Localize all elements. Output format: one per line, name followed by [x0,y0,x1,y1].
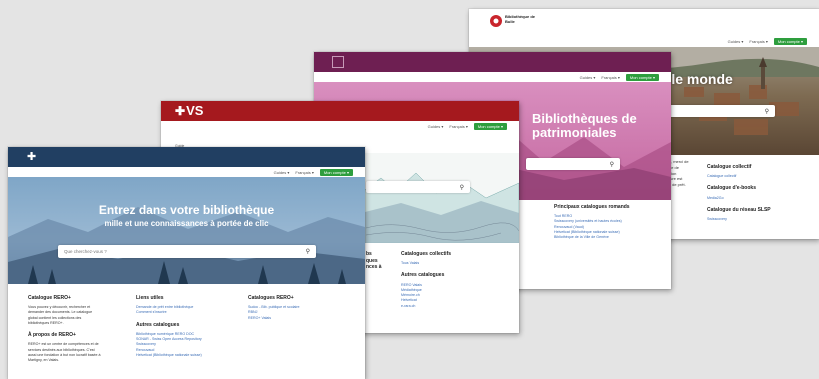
screenshot-rero: ✚ Guides ▾ Français ▾ Mon compte ▾ Entre… [8,147,365,379]
header-bar: ✚ VS [161,101,519,121]
column-title: Autres catalogues [136,321,180,328]
search-input[interactable]: ⚲ [526,158,620,170]
top-menu: Guides ▾ Français ▾ Mon compte ▾ [8,168,365,176]
column-title: Catalogues RERO+ [248,295,294,301]
logo-box [332,56,344,68]
catalogues-column: Principaux catalogues romands Tout RERO … [554,204,664,240]
column-title: Autres catalogues [401,272,445,279]
guides-menu[interactable]: Guides ▾ [580,75,596,80]
catalogues-column: Catalogue collectif Catalogue collectif … [707,164,807,222]
link[interactable]: Helveticat (Bibliothèque nationale suiss… [136,353,236,358]
column-title: Principaux catalogues romands [554,204,630,210]
search-input[interactable]: ⚲ [366,181,470,193]
search-input[interactable]: ⚲ [667,105,775,117]
bulle-logo-text: Bibliothèque de Bulle [505,14,535,24]
hero-cut-text: bs ques nces à [366,251,382,270]
search-icon[interactable]: ⚲ [610,161,614,168]
top-menu: Guides ▾ Français ▾ Mon compte ▾ [161,122,519,130]
account-button[interactable]: Mon compte ▾ [473,122,507,130]
search-icon[interactable]: ⚲ [306,248,310,255]
search-input[interactable]: Que cherchez-vous ? ⚲ [58,245,316,258]
guides-menu[interactable]: Guides ▾ [728,39,744,44]
hero-subtitle: mille et une connaissances à portée de c… [104,219,269,228]
rero-catalogues-column: Catalogues RERO+ Sudoc - Bib. publique e… [248,295,348,321]
hero-title: Bibliothèques de patrimoniales [532,111,637,141]
language-menu[interactable]: Français ▾ [295,170,313,175]
link[interactable]: RERO+ Valais [248,316,348,321]
column-title: Liens utiles [136,295,164,301]
link[interactable]: Bibliothèque de la Ville de Genève [554,235,664,240]
hero-title: r le monde [662,71,733,87]
search-placeholder: Que cherchez-vous ? [64,249,107,254]
column-title: À propos de RERO+ [28,332,76,339]
language-menu[interactable]: Français ▾ [601,75,619,80]
catalogues-column: Catalogues collectifs Tous Valais Autres… [401,251,491,309]
header-bar: ✚ [8,147,365,167]
account-button[interactable]: Mon compte ▾ [319,168,353,176]
useful-links-column: Liens utiles Demande de prêt entre bibli… [136,295,236,358]
language-menu[interactable]: Français ▾ [449,124,467,129]
guides-menu[interactable]: Guides ▾ [274,170,290,175]
bulle-logo-icon [490,15,502,27]
top-menu: Guides ▾ Français ▾ Mon compte ▾ [469,37,819,45]
rero-logo-icon: ✚ [27,150,37,163]
rero-catalogue-column: Catalogue RERO+ Vous pouvez y découvrir,… [28,295,120,363]
guides-menu[interactable]: Guides ▾ [428,124,444,129]
top-menu: Guides ▾ Français ▾ Mon compte ▾ [314,73,671,81]
hero-banner: Entrez dans votre bibliothèque mille et … [8,177,365,284]
cross-icon: ✚ [175,103,186,118]
link[interactable]: e-rara.ch [401,304,491,309]
column-title: Catalogue RERO+ [28,295,71,301]
column-title: Catalogues collectifs [401,251,452,257]
column-title: Catalogue d'e-books [707,185,756,192]
header-bar [314,52,671,72]
mountain-photo [8,177,365,284]
language-menu[interactable]: Français ▾ [749,39,767,44]
vs-logo: ✚ VS [175,103,204,118]
account-button[interactable]: Mon compte ▾ [625,73,659,81]
link[interactable]: Swisscovery [707,217,807,222]
search-icon[interactable]: ⚲ [460,184,464,191]
column-title: Catalogue du réseau SLSP [707,206,771,213]
hero-title: Entrez dans votre bibliothèque [98,203,275,217]
search-icon[interactable]: ⚲ [765,108,769,115]
column-title: Catalogue collectif [707,164,752,170]
account-button[interactable]: Mon compte ▾ [773,37,807,45]
header-bar: Bibliothèque de Bulle [469,9,819,33]
